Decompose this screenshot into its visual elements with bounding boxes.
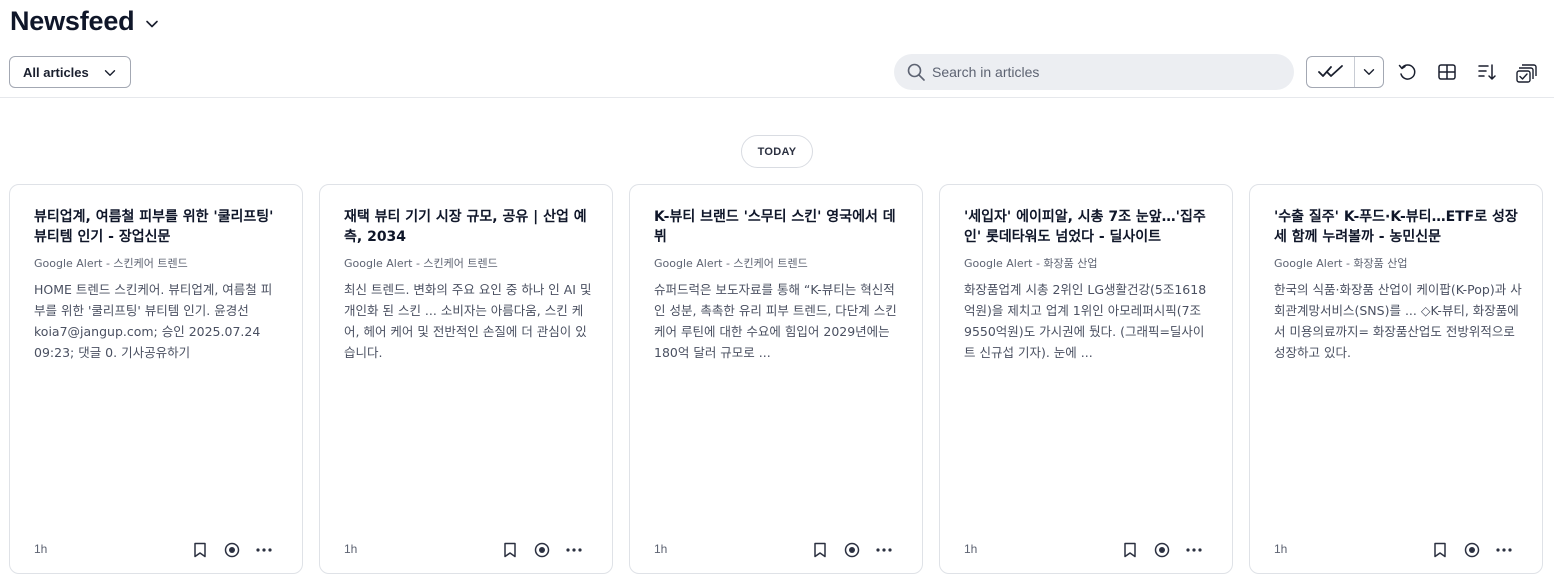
- article-card-list: 뷰티업계, 여름철 피부를 위한 '쿨리프팅' 뷰티템 인기 - 장업신문 Go…: [9, 184, 1543, 574]
- article-snippet: 한국의 식품·화장품 산업이 케이팝(K-Pop)과 사회관계망서비스(SNS)…: [1274, 282, 1522, 360]
- mark-read-button[interactable]: [1152, 540, 1172, 560]
- article-source: Google Alert - 스킨케어 트렌드: [344, 257, 498, 270]
- select-multiple-icon: [1516, 64, 1537, 83]
- search-input[interactable]: [932, 64, 1272, 80]
- article-time: 1h: [964, 542, 978, 556]
- article-card[interactable]: 뷰티업계, 여름철 피부를 위한 '쿨리프팅' 뷰티템 인기 - 장업신문 Go…: [9, 184, 303, 574]
- mark-read-button[interactable]: [222, 540, 242, 560]
- article-time: 1h: [34, 542, 48, 556]
- save-button[interactable]: [500, 540, 520, 560]
- more-options-button[interactable]: [254, 540, 274, 560]
- date-divider: TODAY: [741, 135, 813, 168]
- article-source: Google Alert - 스킨케어 트렌드: [34, 257, 188, 270]
- mark-read-button[interactable]: [532, 540, 552, 560]
- article-actions: [178, 540, 274, 560]
- article-filter-dropdown[interactable]: All articles: [9, 56, 131, 88]
- article-snippet: 최신 트렌드. 변화의 주요 요인 중 하나 인 AI 및 개인화 된 스킨 .…: [344, 282, 592, 360]
- mark-all-read-button[interactable]: [1307, 57, 1355, 87]
- more-horizontal-icon: [1186, 548, 1202, 552]
- article-title[interactable]: '수출 질주' K-푸드·K-뷰티…ETF로 성장세 함께 누려볼까 - 농민신…: [1274, 207, 1520, 247]
- refresh-button[interactable]: [1395, 60, 1419, 84]
- article-source: Google Alert - 화장품 산업: [964, 257, 1098, 270]
- read-status-icon: [1464, 542, 1480, 558]
- bookmark-icon: [1124, 542, 1136, 558]
- chevron-down-icon[interactable]: [144, 16, 160, 32]
- article-time: 1h: [654, 542, 668, 556]
- layout-grid-icon: [1438, 64, 1456, 80]
- article-filter-label: All articles: [23, 64, 89, 80]
- article-snippet: HOME 트렌드 스킨케어. 뷰티업계, 여름철 피부를 위한 '쿨리프팅' 뷰…: [34, 282, 273, 360]
- read-status-icon: [844, 542, 860, 558]
- read-status-icon: [1154, 542, 1170, 558]
- select-multiple-button[interactable]: [1515, 60, 1539, 84]
- article-title[interactable]: 재택 뷰티 기기 시장 규모, 공유 | 산업 예측, 2034: [344, 207, 590, 247]
- article-card[interactable]: '세입자' 에이피알, 시총 7조 눈앞…'집주인' 롯데타워도 넘었다 - 딜…: [939, 184, 1233, 574]
- page-title: Newsfeed: [10, 6, 135, 36]
- article-card[interactable]: '수출 질주' K-푸드·K-뷰티…ETF로 성장세 함께 누려볼까 - 농민신…: [1249, 184, 1543, 574]
- title-row: Newsfeed: [10, 6, 160, 37]
- article-actions: [488, 540, 584, 560]
- article-actions: [1108, 540, 1204, 560]
- mark-read-button[interactable]: [842, 540, 862, 560]
- more-options-button[interactable]: [874, 540, 894, 560]
- article-source: Google Alert - 스킨케어 트렌드: [654, 257, 808, 270]
- article-actions: [1418, 540, 1514, 560]
- read-status-icon: [534, 542, 550, 558]
- chevron-down-icon: [104, 70, 116, 76]
- bookmark-icon: [194, 542, 206, 558]
- read-status-icon: [224, 542, 240, 558]
- chevron-down-icon: [1363, 69, 1375, 75]
- article-actions: [798, 540, 894, 560]
- more-horizontal-icon: [1496, 548, 1512, 552]
- article-source: Google Alert - 화장품 산업: [1274, 257, 1408, 270]
- save-button[interactable]: [810, 540, 830, 560]
- save-button[interactable]: [190, 540, 210, 560]
- search-icon: [907, 63, 925, 81]
- more-options-button[interactable]: [564, 540, 584, 560]
- bookmark-icon: [814, 542, 826, 558]
- more-options-button[interactable]: [1184, 540, 1204, 560]
- layout-toggle-button[interactable]: [1435, 60, 1459, 84]
- save-button[interactable]: [1430, 540, 1450, 560]
- search-box: [894, 54, 1294, 90]
- refresh-icon: [1398, 64, 1416, 80]
- article-title[interactable]: K-뷰티 브랜드 '스무티 스킨' 영국에서 데뷔: [654, 207, 900, 247]
- mark-read-button[interactable]: [1462, 540, 1482, 560]
- sort-button[interactable]: [1475, 60, 1499, 84]
- bookmark-icon: [1434, 542, 1446, 558]
- more-options-button[interactable]: [1494, 540, 1514, 560]
- article-time: 1h: [1274, 542, 1288, 556]
- mark-as-read-button-group: [1306, 56, 1384, 88]
- article-snippet: 슈퍼드럭은 보도자료를 통해 “K-뷰티는 혁신적인 성분, 촉촉한 유리 피부…: [654, 282, 897, 360]
- newsfeed-header: Newsfeed All articles: [0, 0, 1554, 98]
- mark-read-options-button[interactable]: [1355, 57, 1383, 87]
- save-button[interactable]: [1120, 540, 1140, 560]
- article-snippet: 화장품업계 시총 2위인 LG생활건강(5조1618억원)을 제치고 업계 1위…: [964, 282, 1207, 360]
- more-horizontal-icon: [566, 548, 582, 552]
- more-horizontal-icon: [256, 548, 272, 552]
- bookmark-icon: [504, 542, 516, 558]
- sort-icon: [1478, 64, 1496, 80]
- article-title[interactable]: '세입자' 에이피알, 시총 7조 눈앞…'집주인' 롯데타워도 넘었다 - 딜…: [964, 207, 1210, 247]
- mark-read-icon: [1317, 65, 1343, 77]
- article-title[interactable]: 뷰티업계, 여름철 피부를 위한 '쿨리프팅' 뷰티템 인기 - 장업신문: [34, 207, 280, 247]
- more-horizontal-icon: [876, 548, 892, 552]
- article-time: 1h: [344, 542, 358, 556]
- article-card[interactable]: K-뷰티 브랜드 '스무티 스킨' 영국에서 데뷔 Google Alert -…: [629, 184, 923, 574]
- article-card[interactable]: 재택 뷰티 기기 시장 규모, 공유 | 산업 예측, 2034 Google …: [319, 184, 613, 574]
